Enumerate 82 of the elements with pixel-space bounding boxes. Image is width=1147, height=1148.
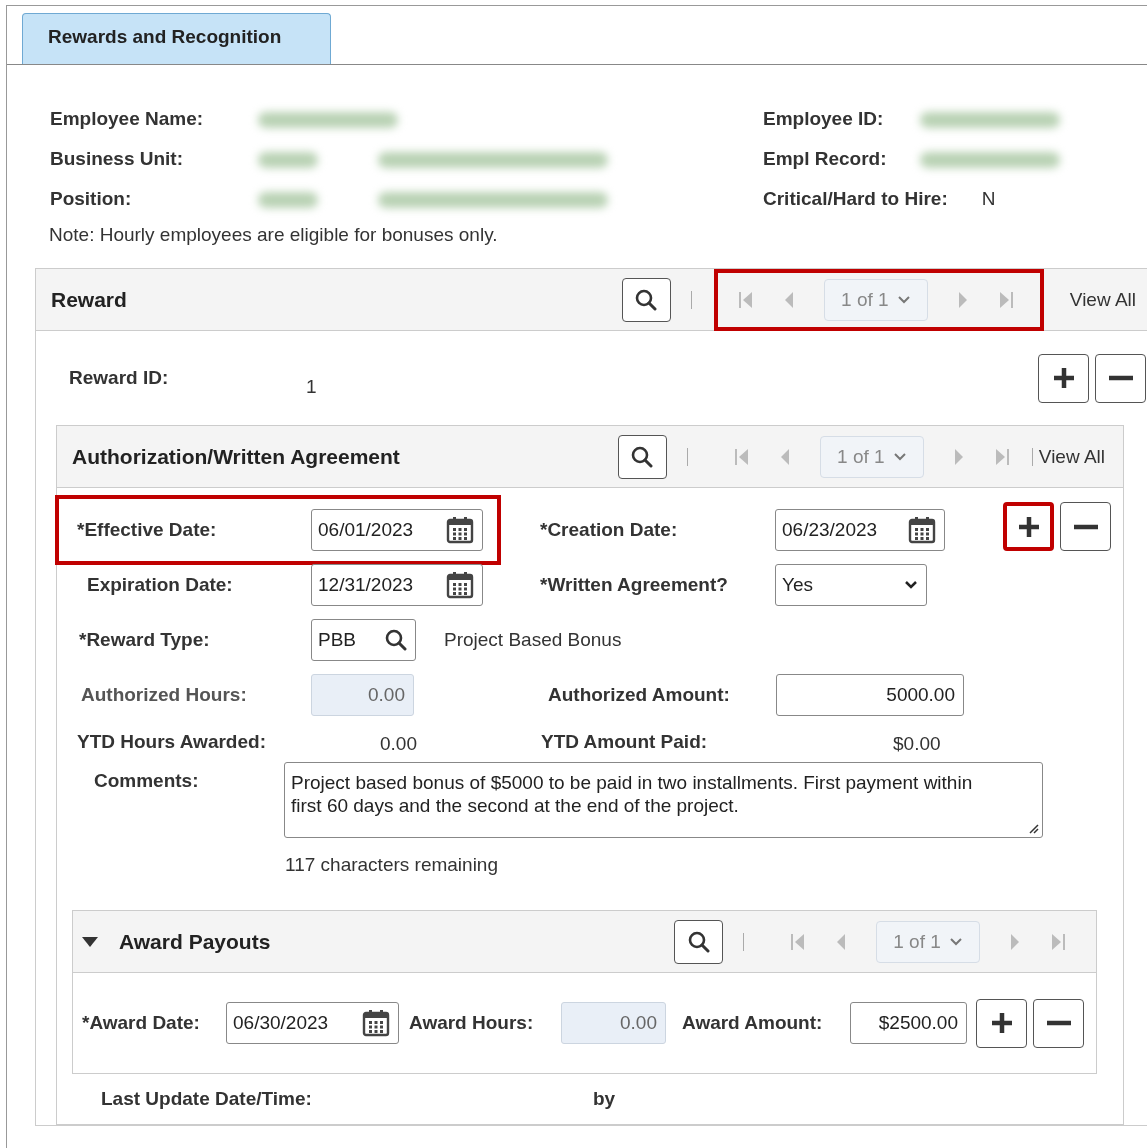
view-all-link[interactable]: View All xyxy=(1038,445,1105,468)
date-field[interactable]: 12/31/2023 xyxy=(311,564,483,606)
section-title: Award Payouts xyxy=(119,929,272,954)
resize-grip-icon xyxy=(1027,822,1039,834)
chevron-icon xyxy=(948,936,963,947)
hours-field: 0.00 xyxy=(311,674,414,716)
field-label: *Reward Type: xyxy=(78,629,211,651)
calendar-icon xyxy=(362,1009,390,1037)
field-value: Project Based Bonus xyxy=(444,629,622,651)
field-label: Expiration Date: xyxy=(86,574,234,596)
calendar-icon xyxy=(446,571,474,599)
minus-icon xyxy=(1108,375,1133,381)
field-label: Authorized Hours: xyxy=(80,684,248,706)
amount-field[interactable]: $2500.00 xyxy=(850,1002,967,1044)
chevron-icon xyxy=(904,580,918,590)
calendar-button[interactable] xyxy=(446,571,474,599)
field-label: *Award Date: xyxy=(82,1012,201,1034)
field-label: Authorized Amount: xyxy=(548,684,731,706)
amount-field[interactable]: 5000.00 xyxy=(776,674,964,716)
comments-field[interactable]: Project based bonus of $5000 to be paid in two installments. First payment within first 60 days and the second at the end of the project. xyxy=(284,762,1043,838)
plus-icon xyxy=(1052,367,1075,389)
field-label: YTD Amount Paid: xyxy=(541,731,709,753)
date-field[interactable]: 06/01/2023 xyxy=(311,509,483,551)
field-label: Last Update Date/Time: xyxy=(101,1088,313,1110)
remove-button[interactable] xyxy=(1095,353,1146,403)
remove-button[interactable] xyxy=(1060,502,1111,551)
field-label: *Creation Date: xyxy=(540,519,679,541)
field-label: Reward ID: xyxy=(69,367,170,389)
written-agreement-select[interactable]: Yes xyxy=(775,564,927,606)
field-value: 0.00 xyxy=(380,732,418,755)
field-label: *Effective Date: xyxy=(77,519,218,541)
calendar-button[interactable] xyxy=(446,516,474,544)
field-label: Award Amount: xyxy=(682,1012,824,1034)
field-label: Comments: xyxy=(93,769,200,793)
view-all-link[interactable]: View All xyxy=(1069,288,1136,311)
add-button[interactable] xyxy=(976,998,1027,1048)
field-label: Critical/Hard to Hire: xyxy=(763,188,948,210)
calendar-icon xyxy=(908,516,936,544)
search-button[interactable] xyxy=(617,434,667,479)
field-label: Empl Record: xyxy=(763,148,888,170)
search-icon xyxy=(687,930,710,953)
field-value: 1 xyxy=(306,375,318,398)
field-label: Employee Name: xyxy=(50,108,205,130)
hours-field: 0.00 xyxy=(561,1002,666,1044)
down-triangle-icon xyxy=(81,935,99,948)
blurred-value xyxy=(258,191,318,208)
collapse-toggle[interactable] xyxy=(81,935,99,948)
minus-icon xyxy=(1046,1020,1071,1026)
section-title: Reward xyxy=(51,287,128,312)
note-text: Note: Hourly employees are eligible for bonuses only. xyxy=(48,223,499,246)
field-label: Position: xyxy=(50,188,133,210)
field-label: Award Hours: xyxy=(409,1012,535,1034)
plus-icon xyxy=(990,1012,1013,1034)
calendar-button[interactable] xyxy=(362,1009,390,1037)
section-title: Authorization/Written Agreement xyxy=(72,444,401,469)
chevron-icon xyxy=(896,294,911,305)
tab[interactable]: Rewards and Recognition xyxy=(22,13,331,64)
remove-button[interactable] xyxy=(1033,998,1084,1048)
field-label: Business Unit: xyxy=(50,148,185,170)
chevron-icon xyxy=(892,451,907,462)
field-label: YTD Hours Awarded: xyxy=(77,731,267,753)
calendar-icon xyxy=(446,516,474,544)
search-button[interactable] xyxy=(674,919,723,964)
search-icon xyxy=(631,445,654,468)
calendar-button[interactable] xyxy=(908,516,936,544)
search-icon xyxy=(385,629,407,651)
field-label: *Written Agreement? xyxy=(540,574,729,596)
field-value: $0.00 xyxy=(893,732,941,755)
field-label: by xyxy=(593,1088,616,1110)
field-label: Employee ID: xyxy=(763,108,885,130)
remaining-text: 117 characters remaining xyxy=(284,853,499,876)
add-button[interactable] xyxy=(1038,353,1089,403)
blurred-value xyxy=(258,151,318,168)
minus-icon xyxy=(1073,523,1098,530)
field-value: N xyxy=(981,188,996,210)
search-button[interactable] xyxy=(621,277,671,322)
add-button[interactable] xyxy=(1003,502,1054,551)
search-icon xyxy=(635,288,658,311)
date-field[interactable]: 06/30/2023 xyxy=(226,1002,399,1044)
plus-icon xyxy=(1017,515,1040,538)
reward-type-field[interactable]: PBB xyxy=(311,619,416,661)
date-field[interactable]: 06/23/2023 xyxy=(775,509,945,551)
